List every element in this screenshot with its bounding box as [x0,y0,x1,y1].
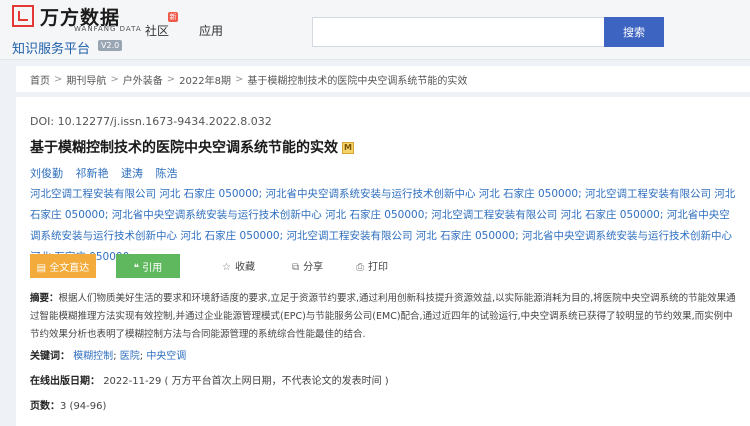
fulltext-button[interactable]: ▤ 全文直达 [30,254,96,278]
print-button[interactable]: ⎙ 打印 [356,258,388,273]
breadcrumb-journal-nav[interactable]: 期刊导航 [66,72,106,87]
pages-label: 页数： [30,401,60,412]
share-button[interactable]: ⧉ 分享 [292,258,323,273]
breadcrumb-home[interactable]: 首页 [30,72,50,87]
share-icon: ⧉ [292,262,300,273]
fulltext-label: 全文直达 [49,262,90,274]
medical-tag-icon: M [342,142,354,154]
keyword-separator: ; [113,351,117,362]
breadcrumb-separator: > [54,73,63,85]
printer-icon: ⎙ [356,262,364,273]
cite-button[interactable]: ❝ 引用 [116,254,180,278]
platform-name: 知识服务平台 [12,42,91,57]
version-badge: V2.0 [98,40,123,51]
star-icon: ☆ [222,262,231,273]
keywords: 关键词： 模糊控制; 医院; 中央空调 [30,347,186,362]
abstract: 摘要：根据人们物质美好生活的要求和环境舒适度的要求,立足于资源节约要求,通过利用… [30,290,738,344]
search-button[interactable]: 搜索 [604,17,664,47]
keyword-link[interactable]: 医院 [120,351,140,362]
share-label: 分享 [303,262,324,273]
keyword-link[interactable]: 中央空调 [146,351,186,362]
top-header: 万方数据 WANFANG DATA 知识服务平台 V2.0 社区 新 应用 搜索 [0,0,750,60]
author-link[interactable]: 刘俊勤 [30,167,63,180]
pubdate-value: 2022-11-29 [103,376,162,387]
logo-mark-icon [12,5,34,27]
keywords-label: 关键词： [30,351,70,362]
cite-label: 引用 [142,262,163,274]
breadcrumb-separator: > [234,73,244,85]
keyword-separator: ; [139,351,144,362]
print-label: 打印 [368,262,388,273]
quote-icon: ❝ [133,262,140,274]
breadcrumb-journal[interactable]: 户外装备 [123,72,163,87]
document-icon: ▤ [36,262,47,274]
pubdate-label: 在线出版日期： [30,376,100,387]
pubdate-note: ( 万方平台首次上网日期，不代表论文的发表时间 ) [164,376,389,387]
favorite-label: 收藏 [234,262,255,273]
author-link[interactable]: 祁新艳 [76,167,109,180]
search-input[interactable] [312,17,604,47]
article-panel: DOI: 10.12277/j.issn.1673-9434.2022.8.03… [16,97,750,426]
author-link[interactable]: 陈浩 [156,167,178,180]
nav-apps[interactable]: 应用 [199,22,223,39]
breadcrumb-separator: > [110,73,119,85]
favorite-button[interactable]: ☆ 收藏 [222,258,255,273]
abstract-text: 根据人们物质美好生活的要求和环境舒适度的要求,立足于资源节约要求,通过利用创新科… [30,293,736,340]
doi[interactable]: DOI: 10.12277/j.issn.1673-9434.2022.8.03… [30,115,272,128]
breadcrumb: 首页 > 期刊导航 > 户外装备 > 2022年8期 > 基于模糊控制技术的医院… [16,66,750,92]
author-list: 刘俊勤 祁新艳 逮涛 陈浩 [30,165,187,181]
page-count: 页数：3 (94-96) [30,397,106,412]
breadcrumb-separator: > [166,73,176,85]
new-badge: 新 [168,12,178,22]
abstract-label: 摘要： [30,293,59,304]
breadcrumb-issue[interactable]: 2022年8期 [179,72,231,87]
article-title: 基于模糊控制技术的医院中央空调系统节能的实效 [30,140,338,156]
pages-value: 3 (94-96) [60,401,107,412]
logo-english: WANFANG DATA [74,25,142,33]
publish-date: 在线出版日期： 2022-11-29 ( 万方平台首次上网日期，不代表论文的发表… [30,372,389,387]
breadcrumb-current: 基于模糊控制技术的医院中央空调系统节能的实效 [247,75,468,87]
author-link[interactable]: 逮涛 [121,167,143,180]
keyword-link[interactable]: 模糊控制 [73,351,113,362]
nav-community[interactable]: 社区 [145,22,169,39]
page-title: 基于模糊控制技术的医院中央空调系统节能的实效 M [30,137,354,157]
